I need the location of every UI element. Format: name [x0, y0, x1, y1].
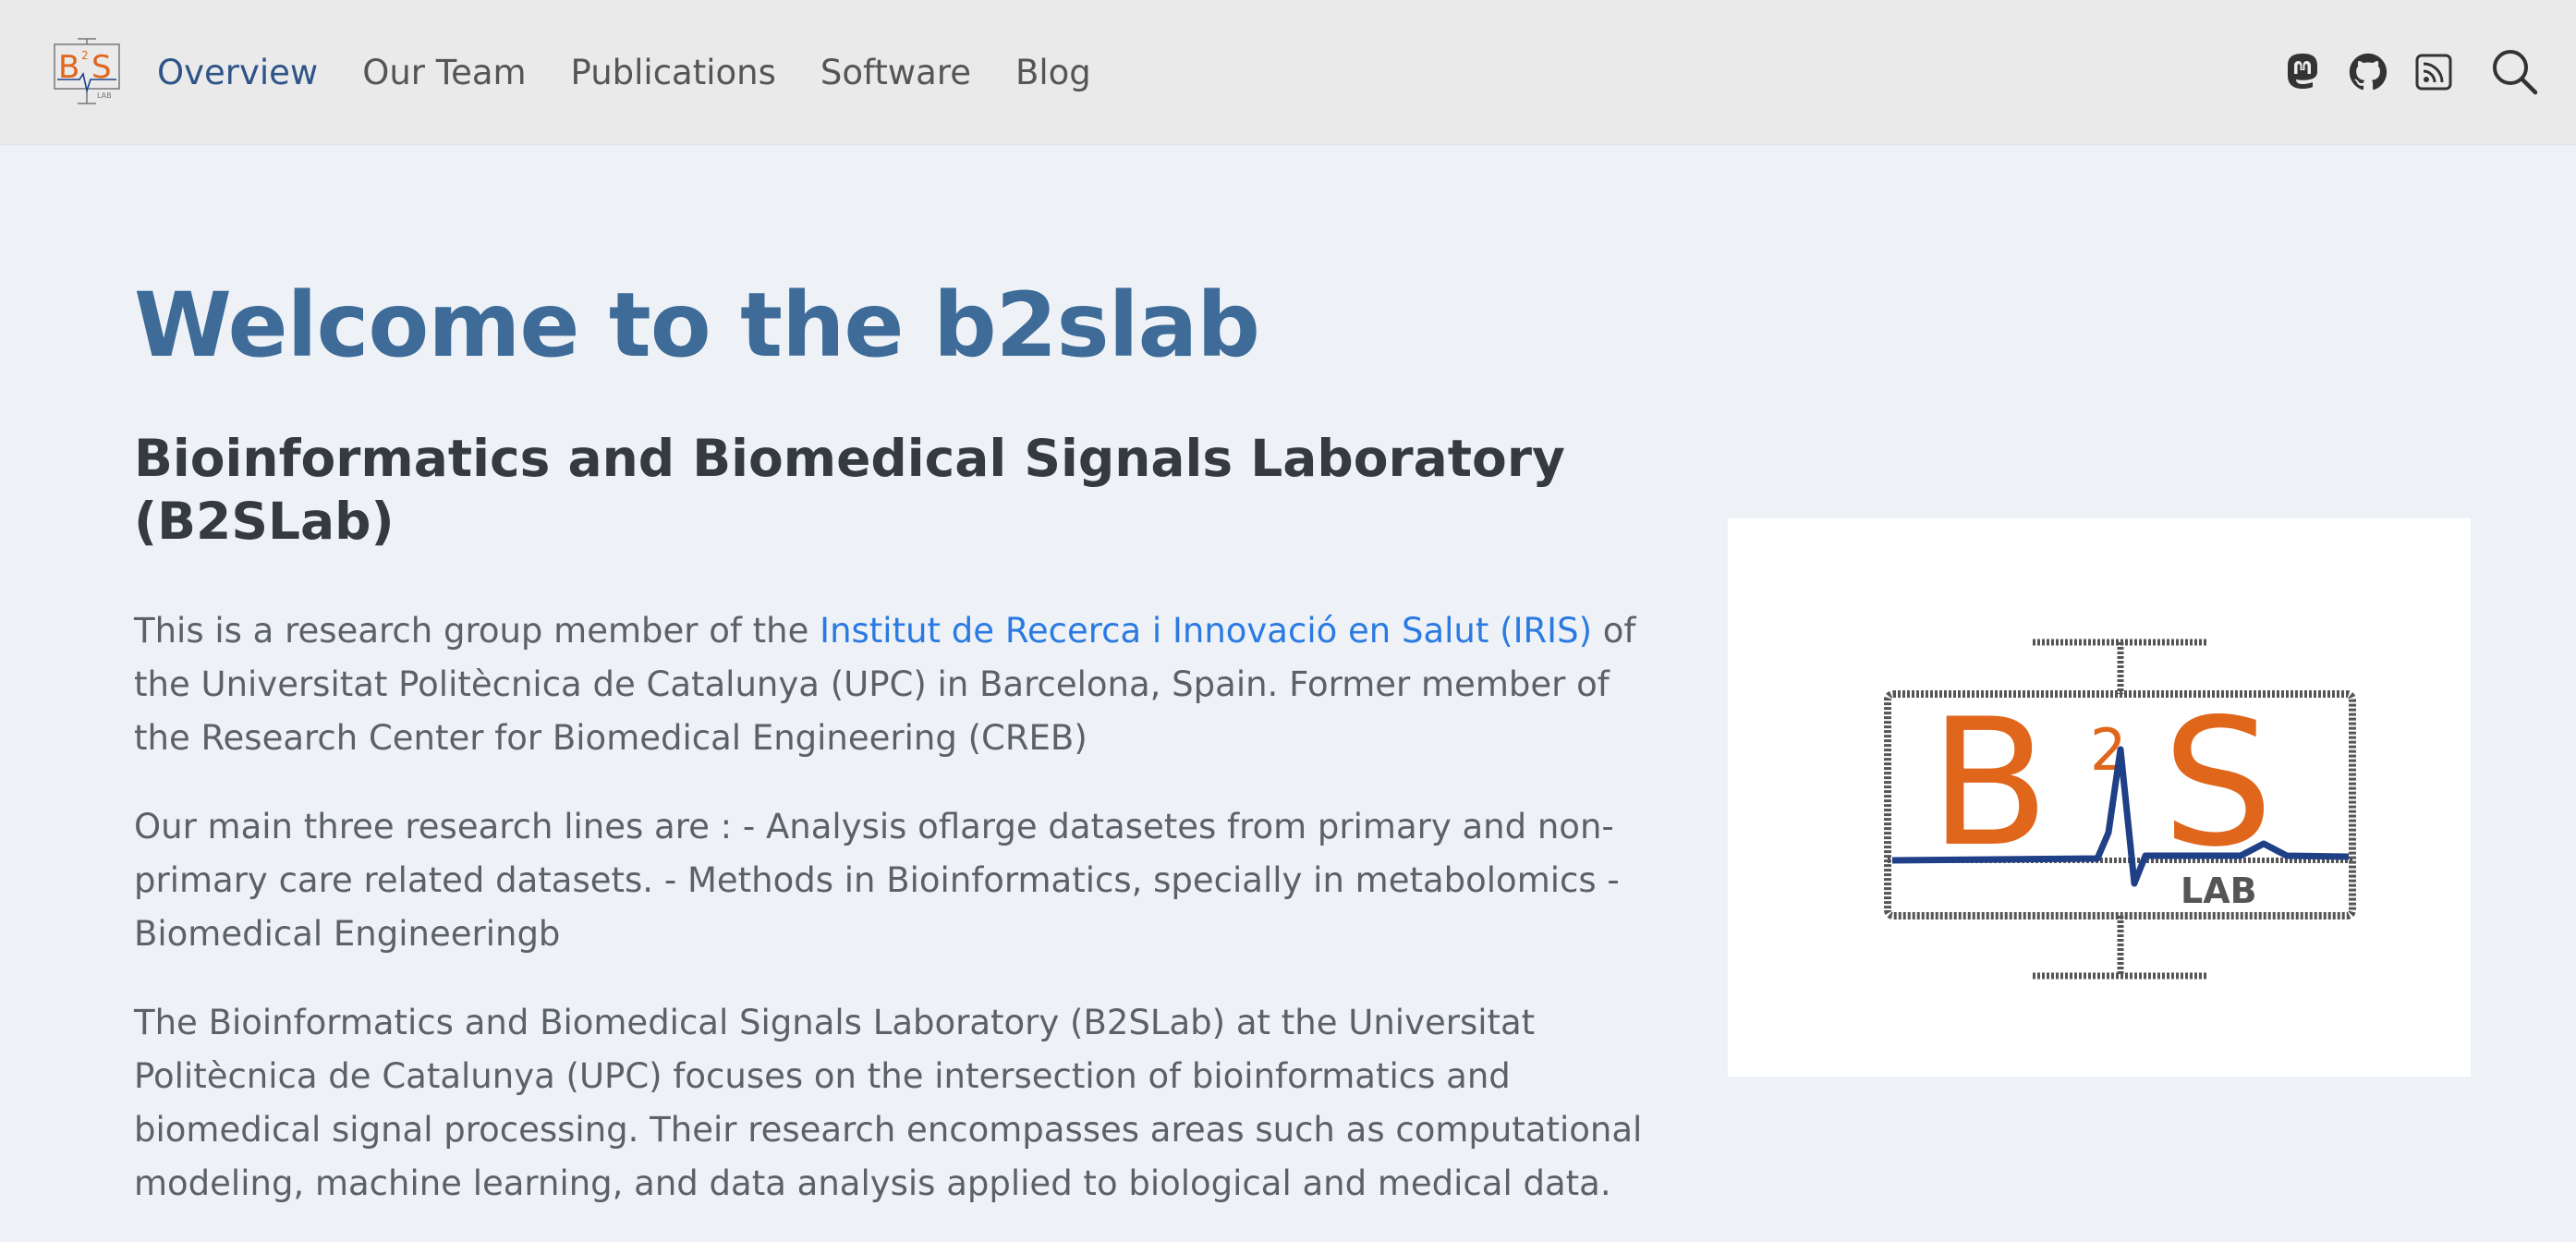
intro-paragraph: This is a research group member of the I… [134, 604, 1649, 765]
main-nav: Overview Our Team Publications Software … [157, 0, 1091, 144]
page-title: Welcome to the b2slab [134, 274, 1260, 377]
b2slab-logo-icon[interactable]: B 2 S LAB [52, 37, 122, 107]
github-icon[interactable] [2349, 53, 2388, 91]
logo-letter-b: B [1929, 681, 2049, 885]
page-subtitle: Bioinformatics and Biomedical Signals La… [134, 428, 1565, 551]
navbar: B 2 S LAB Overview Our Team Publications… [0, 0, 2576, 145]
nav-overview[interactable]: Overview [157, 53, 318, 92]
brand-logo-superscript: 2 [81, 49, 89, 62]
nav-our-team[interactable]: Our Team [362, 53, 526, 92]
mastodon-icon[interactable] [2284, 52, 2321, 92]
description-paragraph: The Bioinformatics and Biomedical Signal… [134, 1002, 1643, 1203]
iris-link[interactable]: Institut de Recerca i Innovació en Salut… [820, 611, 1592, 651]
nav-software[interactable]: Software [820, 53, 971, 92]
logo-lab-text: LAB [2181, 871, 2257, 911]
research-lines-paragraph: Our main three research lines are : - An… [134, 806, 1620, 954]
b2slab-logo-image: B 2 S LAB [1884, 639, 2356, 980]
b2slab-logo-figure: B 2 S LAB [1728, 518, 2471, 1077]
search-icon[interactable] [2491, 48, 2539, 96]
nav-publications[interactable]: Publications [571, 53, 776, 92]
main-content: Welcome to the b2slab Bioinformatics and… [134, 274, 1649, 1211]
brand-logo-letter-b: B [58, 49, 79, 86]
brand-logo-letter-s: S [91, 49, 112, 86]
brand-logo-lab: LAB [97, 91, 112, 100]
rss-icon[interactable] [2415, 54, 2452, 91]
intro-text-before: This is a research group member of the [134, 610, 820, 651]
nav-blog[interactable]: Blog [1015, 53, 1091, 92]
nav-icons [2284, 0, 2539, 144]
